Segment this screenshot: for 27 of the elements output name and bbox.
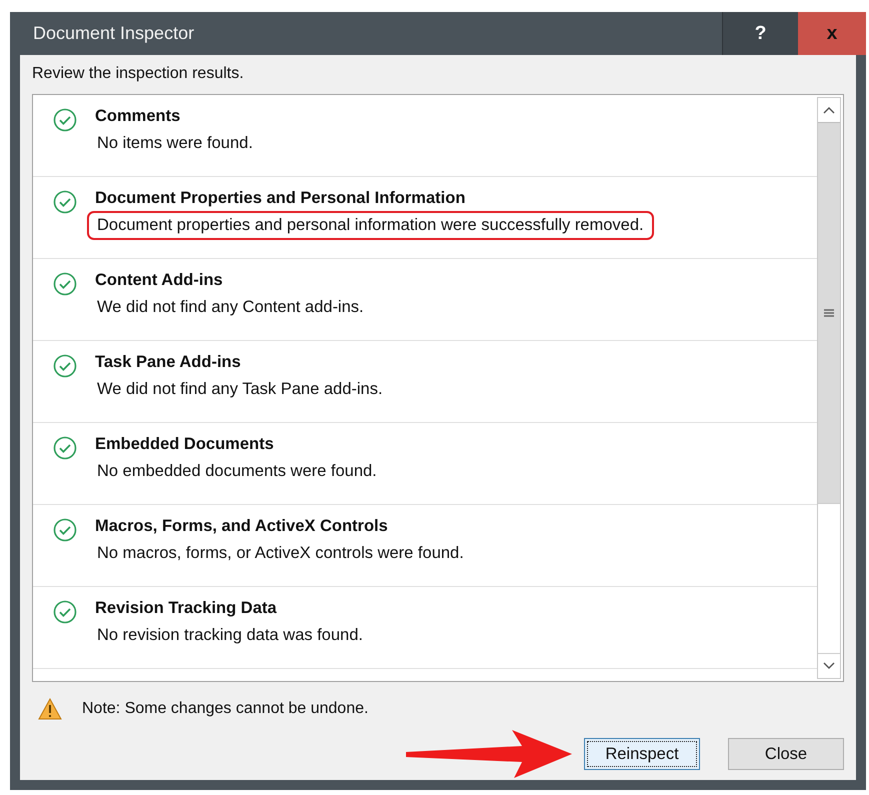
result-title: Embedded Documents <box>95 435 275 454</box>
result-detail: No embedded documents were found. <box>96 461 378 482</box>
help-button[interactable]: ? <box>722 12 798 55</box>
window-close-button[interactable]: x <box>798 12 866 55</box>
window-title: Document Inspector <box>32 23 196 44</box>
scroll-thumb[interactable] <box>818 122 840 503</box>
warning-icon <box>38 698 62 720</box>
grip-icon <box>824 308 834 318</box>
note-text: Note: Some changes cannot be undone. <box>82 700 368 718</box>
chevron-down-icon <box>823 662 835 670</box>
result-title: Document Properties and Personal Information <box>95 189 466 208</box>
result-detail: No revision tracking data was found. <box>96 625 364 646</box>
result-title: Macros, Forms, and ActiveX Controls <box>95 517 389 536</box>
result-title: Task Pane Add-ins <box>95 353 242 372</box>
dialog-button[interactable]: Close <box>728 738 844 770</box>
instruction-text: Review the inspection results. <box>32 65 245 83</box>
result-title: Revision Tracking Data <box>95 599 278 618</box>
result-detail: No items were found. <box>96 133 254 154</box>
result-detail: We did not find any Content add-ins. <box>96 297 365 318</box>
result-detail: No macros, forms, or ActiveX controls were found. <box>96 543 465 564</box>
result-title: Content Add-ins <box>95 271 224 290</box>
result-detail: We did not find any Task Pane add-ins. <box>96 379 384 400</box>
result-detail: Document properties and personal information were successfully removed. <box>87 211 654 240</box>
result-title: Comments <box>95 107 182 126</box>
chevron-up-icon <box>823 106 835 114</box>
dialog-button[interactable]: Reinspect <box>584 738 700 770</box>
scrollbar[interactable] <box>817 97 841 679</box>
